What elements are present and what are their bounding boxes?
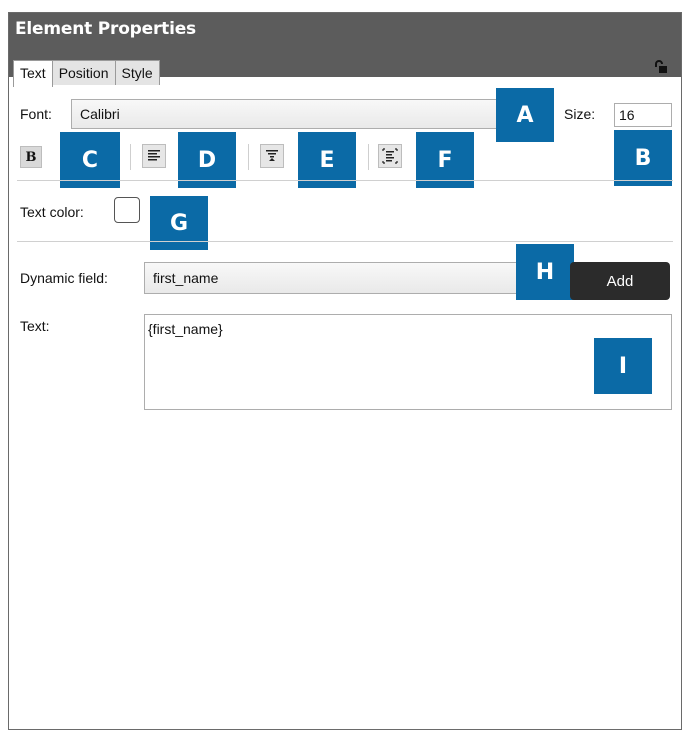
autofit-button[interactable] (378, 144, 402, 168)
section-divider (17, 180, 673, 181)
vertical-align-button[interactable] (260, 144, 284, 168)
toolbar-divider (248, 144, 249, 170)
dynamic-field-label: Dynamic field: (20, 270, 108, 286)
text-color-label: Text color: (20, 204, 84, 220)
valign-top-icon (266, 150, 278, 161)
bold-label: B (25, 149, 37, 165)
size-input[interactable]: 16 (614, 103, 672, 127)
tab-bar: Text Position Style (13, 60, 160, 87)
tab-style[interactable]: Style (114, 60, 160, 85)
text-value: {first_name} (148, 321, 223, 337)
bold-button[interactable]: B (20, 146, 42, 168)
callout-a: A (496, 88, 554, 142)
align-left-icon (148, 150, 160, 161)
dynamic-field-value: first_name (153, 270, 219, 286)
tab-position[interactable]: Position (51, 60, 116, 85)
tab-text[interactable]: Text (13, 60, 53, 87)
font-value: Calibri (80, 106, 120, 122)
font-label: Font: (20, 106, 52, 122)
callout-b: B (614, 130, 672, 186)
size-value: 16 (619, 107, 635, 123)
text-color-swatch[interactable] (114, 197, 140, 223)
lock-icon[interactable] (654, 60, 668, 74)
text-label: Text: (20, 318, 50, 334)
callout-i: I (594, 338, 652, 394)
autofit-icon (382, 148, 398, 164)
text-align-button[interactable] (142, 144, 166, 168)
font-select[interactable]: Calibri (71, 99, 499, 129)
add-button[interactable]: Add (570, 262, 670, 300)
callout-h: H (516, 244, 574, 300)
dynamic-field-select[interactable]: first_name (144, 262, 544, 294)
toolbar-divider (368, 144, 369, 170)
text-area[interactable]: {first_name} (144, 314, 672, 410)
size-label: Size: (564, 106, 596, 122)
panel-title: Element Properties (15, 19, 196, 39)
toolbar-divider (130, 144, 131, 170)
section-divider (17, 241, 673, 242)
